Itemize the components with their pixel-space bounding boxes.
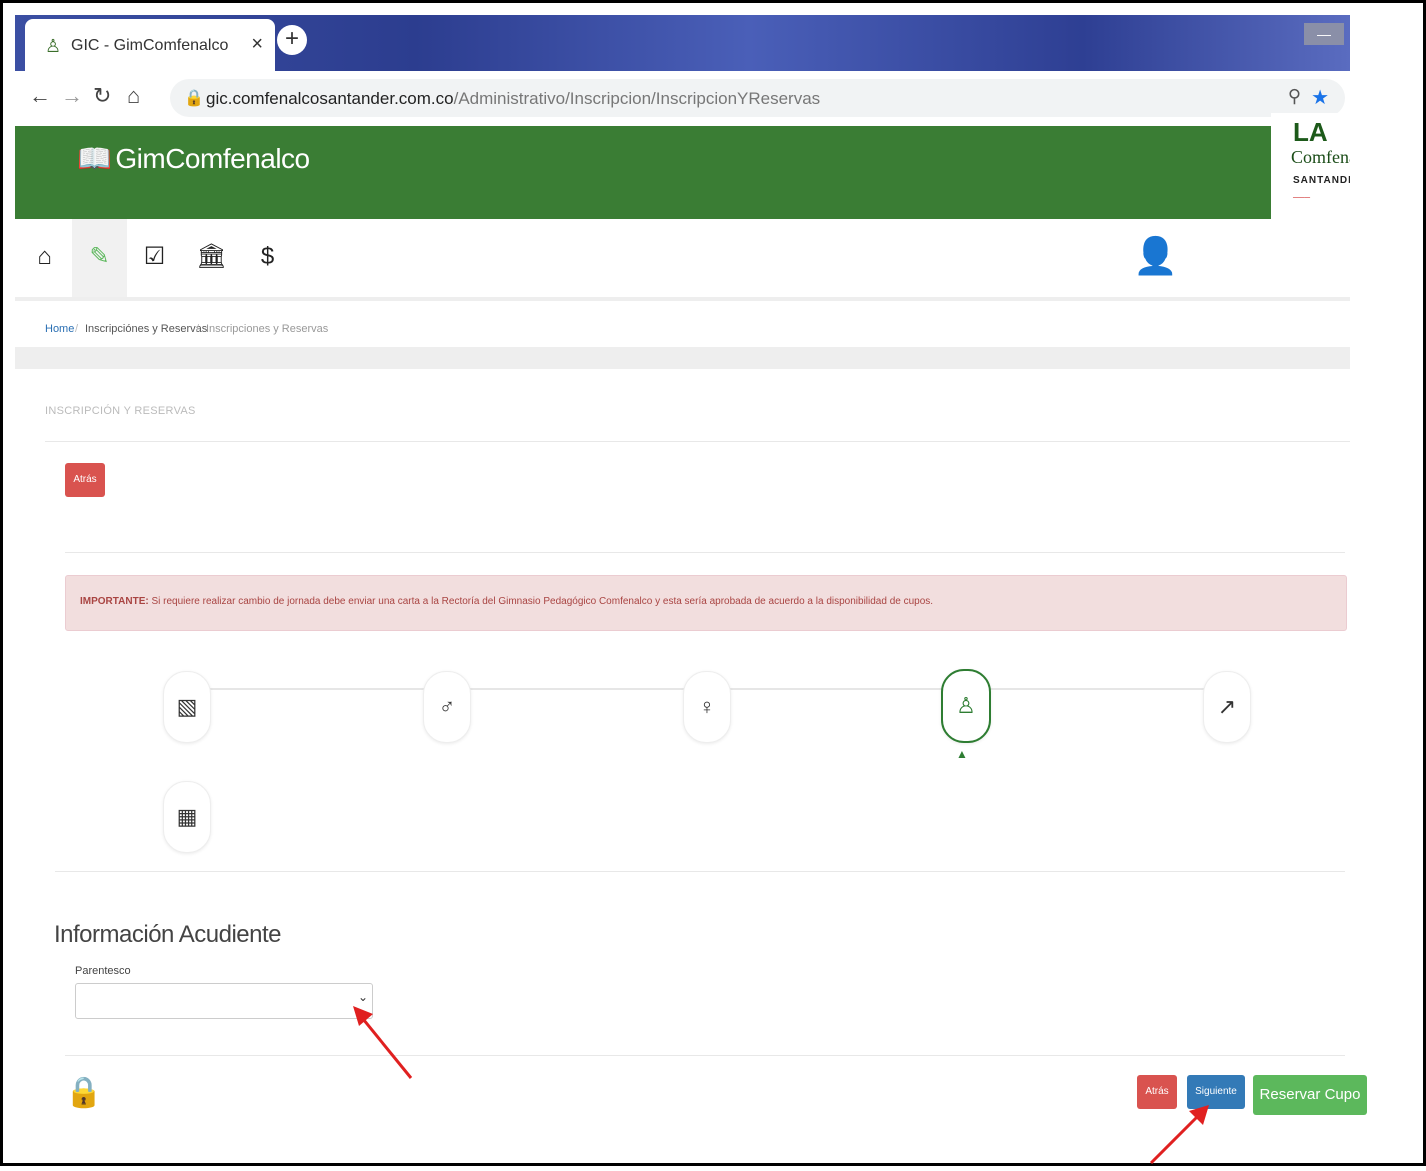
nav-bank-icon[interactable]: 🏛: [184, 219, 239, 297]
panel-title: INSCRIPCIÓN Y RESERVAS: [45, 405, 196, 417]
favicon-icon: ♙: [45, 36, 62, 56]
section-divider: [15, 347, 1350, 369]
user-avatar-icon[interactable]: 👤: [1133, 235, 1178, 277]
breadcrumb-level1-link[interactable]: Inscripciónes y Reservas: [85, 323, 207, 335]
nav-checkbox-icon[interactable]: ☑: [127, 219, 182, 297]
tab-close-icon[interactable]: ×: [251, 33, 263, 56]
breadcrumb-home-link[interactable]: Home: [45, 323, 74, 335]
new-tab-button[interactable]: +: [277, 25, 307, 55]
step-guardian-icon[interactable]: ♙: [941, 669, 991, 743]
browser-tab[interactable]: ♙ GIC - GimComfenalco ×: [25, 19, 275, 71]
bookmark-star-icon[interactable]: ★: [1311, 85, 1329, 110]
reload-icon[interactable]: ↻: [93, 83, 111, 109]
address-bar[interactable]: 🔒 gic.comfenalcosantander.com.co/Adminis…: [170, 79, 1345, 117]
browser-tab-strip: ♙ GIC - GimComfenalco × + —: [15, 15, 1350, 71]
url-text: gic.comfenalcosantander.com.co/Administr…: [206, 89, 821, 108]
parentesco-label: Parentesco: [75, 965, 131, 977]
book-icon: 📖: [77, 143, 112, 174]
step-chart-icon[interactable]: ↗: [1203, 671, 1251, 743]
browser-toolbar: ← → ↻ ⌂ 🔒 gic.comfenalcosantander.com.co…: [15, 71, 1350, 127]
section-title: Información Acudiente: [54, 921, 281, 948]
breadcrumb-current: Inscripciones y Reservas: [206, 323, 329, 335]
nav-dollar-icon[interactable]: $: [240, 219, 295, 297]
home-page-icon[interactable]: ⌂: [127, 83, 140, 109]
reserve-spot-button[interactable]: Reservar Cupo: [1253, 1075, 1367, 1115]
lock-icon: 🔒: [184, 90, 204, 107]
forward-arrow-icon[interactable]: →: [61, 83, 83, 109]
inscription-panel: INSCRIPCIÓN Y RESERVAS Atrás IMPORTANTE:…: [35, 369, 1367, 1129]
step-female-icon[interactable]: ♀: [683, 671, 731, 743]
zoom-icon[interactable]: ⚲: [1288, 86, 1301, 107]
icon-nav-bar: ⌂ ✎ ☑ 🏛 $ 👤: [15, 219, 1350, 301]
parentesco-select[interactable]: ⌄: [75, 983, 373, 1019]
nav-home-icon[interactable]: ⌂: [17, 219, 72, 297]
back-arrow-icon[interactable]: ←: [29, 83, 51, 109]
breadcrumb: Home / Inscripciónes y Reservas / Inscri…: [33, 311, 1350, 347]
padlock-icon: 🔒: [65, 1076, 103, 1109]
active-step-caret-icon: ▲: [956, 747, 968, 761]
nav-edit-icon[interactable]: ✎: [72, 219, 127, 297]
brand-logo[interactable]: 📖 GimComfenalco: [77, 142, 310, 175]
important-alert: IMPORTANTE: Si requiere realizar cambio …: [65, 575, 1347, 631]
step-book-icon[interactable]: ▦: [163, 781, 211, 853]
annotation-arrow-next-icon: [1149, 1105, 1209, 1165]
screenshot-frame: ♙ GIC - GimComfenalco × + — ← → ↻ ⌂ 🔒 gi…: [0, 0, 1426, 1166]
site-header: 📖 GimComfenalco: [15, 126, 1271, 219]
step-male-icon[interactable]: ♂: [423, 671, 471, 743]
back-button-top[interactable]: Atrás: [65, 463, 105, 497]
minimize-icon[interactable]: —: [1304, 23, 1344, 45]
step-id-card-icon[interactable]: ▧: [163, 671, 211, 743]
tab-title: GIC - GimComfenalco: [71, 37, 229, 54]
comfenalco-logo: LA Comfenalc SANTANDE ───: [1271, 113, 1350, 219]
annotation-arrow-select-icon: [353, 1006, 413, 1079]
